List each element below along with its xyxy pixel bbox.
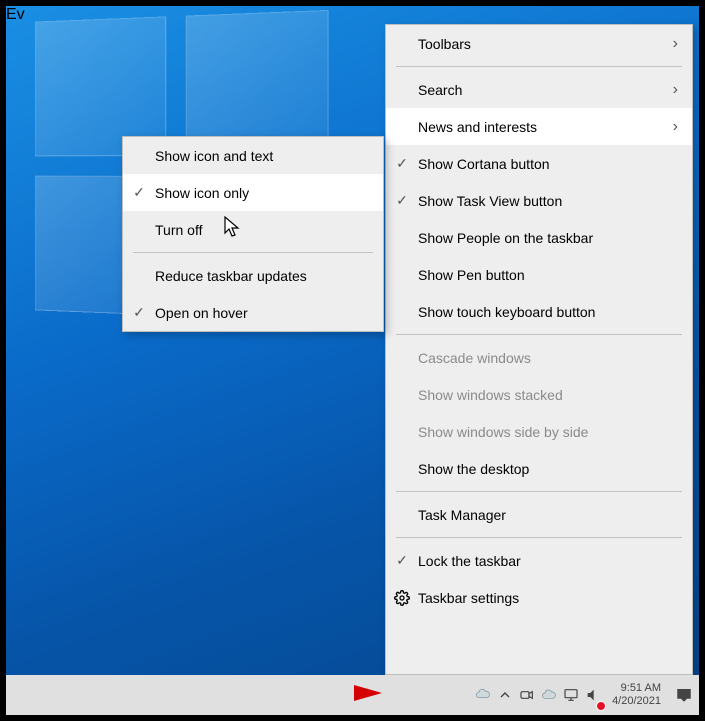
chevron-right-icon: ›	[660, 35, 678, 53]
menu-cascade: Cascade windows	[386, 339, 692, 376]
menu-separator	[396, 334, 682, 335]
menu-taskview[interactable]: ✓ Show Task View button	[386, 182, 692, 219]
mute-badge-icon	[596, 701, 606, 711]
menu-taskbar-settings[interactable]: Taskbar settings	[386, 579, 692, 616]
submenu-icon-and-text[interactable]: Show icon and text	[123, 137, 383, 174]
menu-sidebyside: Show windows side by side	[386, 413, 692, 450]
menu-separator	[133, 252, 373, 253]
volume-icon[interactable]	[582, 675, 604, 715]
menu-lock-taskbar[interactable]: ✓ Lock the taskbar	[386, 542, 692, 579]
taskbar[interactable]: 9:51 AM 4/20/2021	[6, 675, 699, 715]
check-icon: ✓	[386, 192, 418, 209]
menu-separator	[396, 66, 682, 67]
network-icon[interactable]	[560, 675, 582, 715]
taskbar-context-menu: Toolbars › Search › News and interests ›…	[385, 24, 693, 675]
tray-expand-icon[interactable]	[494, 675, 516, 715]
clock-date: 4/20/2021	[612, 695, 661, 708]
check-icon: ✓	[386, 155, 418, 172]
menu-touch-keyboard[interactable]: Show touch keyboard button	[386, 293, 692, 330]
menu-separator	[396, 491, 682, 492]
menu-people[interactable]: Show People on the taskbar	[386, 219, 692, 256]
check-icon: ✓	[123, 304, 155, 321]
submenu-reduce-updates[interactable]: Reduce taskbar updates	[123, 257, 383, 294]
onedrive-icon[interactable]	[538, 675, 560, 715]
menu-separator	[396, 537, 682, 538]
menu-search[interactable]: Search ›	[386, 71, 692, 108]
clock-time: 9:51 AM	[612, 682, 661, 695]
menu-cortana[interactable]: ✓ Show Cortana button	[386, 145, 692, 182]
chevron-right-icon: ›	[660, 118, 678, 136]
menu-stacked: Show windows stacked	[386, 376, 692, 413]
menu-toolbars[interactable]: Toolbars ›	[386, 25, 692, 62]
submenu-open-on-hover[interactable]: ✓ Open on hover	[123, 294, 383, 331]
menu-pen[interactable]: Show Pen button	[386, 256, 692, 293]
chevron-right-icon: ›	[660, 81, 678, 99]
taskbar-clock[interactable]: 9:51 AM 4/20/2021	[604, 682, 669, 708]
gear-icon	[386, 590, 418, 606]
weather-news-icon[interactable]	[472, 675, 494, 715]
news-interests-submenu: Show icon and text ✓ Show icon only Turn…	[122, 136, 384, 332]
meet-now-icon[interactable]	[516, 675, 538, 715]
submenu-icon-only[interactable]: ✓ Show icon only	[123, 174, 383, 211]
menu-task-manager[interactable]: Task Manager	[386, 496, 692, 533]
menu-show-desktop[interactable]: Show the desktop	[386, 450, 692, 487]
check-icon: ✓	[386, 552, 418, 569]
action-center-icon[interactable]	[669, 675, 699, 715]
submenu-turn-off[interactable]: Turn off	[123, 211, 383, 248]
check-icon: ✓	[123, 184, 155, 201]
menu-news-interests[interactable]: News and interests ›	[386, 108, 692, 145]
